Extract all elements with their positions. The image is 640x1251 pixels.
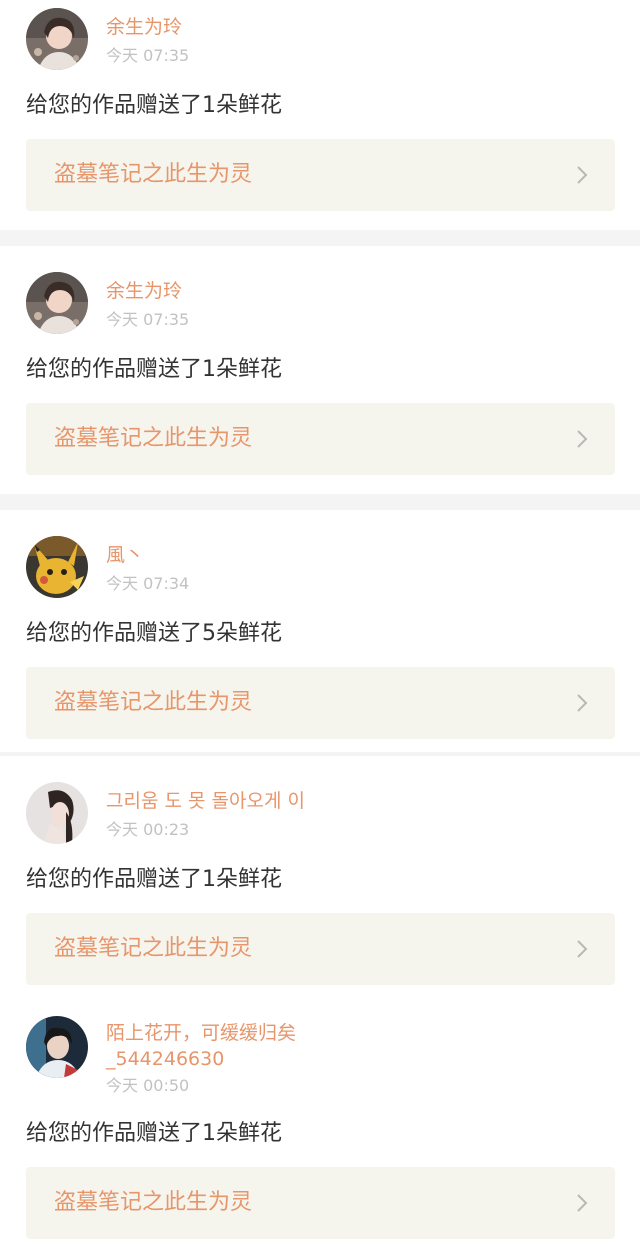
work-title: 盗墓笔记之此生为灵 — [54, 936, 253, 961]
notification-card: 余生为玲 今天 07:35 给您的作品赠送了1朵鲜花 盗墓笔记之此生为灵 — [0, 0, 640, 230]
avatar-girl-portrait-icon — [26, 272, 88, 334]
section-divider — [0, 494, 640, 510]
username[interactable]: 余生为玲 — [106, 14, 182, 40]
gift-message: 给您的作品赠送了1朵鲜花 — [26, 1121, 282, 1146]
user-avatar[interactable] — [26, 536, 88, 598]
username-line-1[interactable]: 陌上花开，可缓缓归矣 — [106, 1020, 296, 1046]
timestamp: 今天 07:35 — [106, 46, 190, 65]
gift-message: 给您的作品赠送了5朵鲜花 — [26, 621, 282, 646]
username[interactable]: 風丶 — [106, 542, 144, 568]
user-avatar[interactable] — [26, 782, 88, 844]
work-link[interactable]: 盗墓笔记之此生为灵 — [26, 403, 615, 475]
user-avatar[interactable] — [26, 8, 88, 70]
chevron-right-icon — [577, 1194, 588, 1212]
avatar-girl-profile-icon — [26, 782, 88, 844]
gift-message: 给您的作品赠送了1朵鲜花 — [26, 867, 282, 892]
chevron-right-icon — [577, 694, 588, 712]
avatar-boy-portrait-icon — [26, 1016, 88, 1078]
work-title: 盗墓笔记之此生为灵 — [54, 1190, 253, 1215]
user-avatar[interactable] — [26, 272, 88, 334]
notification-card: 陌上花开，可缓缓归矣 _544246630 今天 00:50 给您的作品赠送了1… — [0, 1000, 640, 1251]
section-divider — [0, 230, 640, 246]
user-avatar[interactable] — [26, 1016, 88, 1078]
work-link[interactable]: 盗墓笔记之此生为灵 — [26, 139, 615, 211]
chevron-right-icon — [577, 166, 588, 184]
notification-card: 余生为玲 今天 07:35 给您的作品赠送了1朵鲜花 盗墓笔记之此生为灵 — [0, 246, 640, 494]
username[interactable]: 그리움 도 못 돌아오게 이 — [106, 788, 305, 814]
work-title: 盗墓笔记之此生为灵 — [54, 426, 253, 451]
gift-message: 给您的作品赠送了1朵鲜花 — [26, 357, 282, 382]
work-title: 盗墓笔记之此生为灵 — [54, 162, 253, 187]
chevron-right-icon — [577, 430, 588, 448]
timestamp: 今天 07:34 — [106, 574, 190, 593]
work-link[interactable]: 盗墓笔记之此生为灵 — [26, 913, 615, 985]
username-line-2[interactable]: _544246630 — [106, 1046, 224, 1072]
timestamp: 今天 00:50 — [106, 1076, 190, 1095]
work-title: 盗墓笔记之此生为灵 — [54, 690, 253, 715]
notification-card: 風丶 今天 07:34 给您的作品赠送了5朵鲜花 盗墓笔记之此生为灵 — [0, 510, 640, 752]
chevron-right-icon — [577, 940, 588, 958]
avatar-yellow-creature-icon — [26, 536, 88, 598]
avatar-girl-portrait-icon — [26, 8, 88, 70]
username[interactable]: 余生为玲 — [106, 278, 182, 304]
timestamp: 今天 00:23 — [106, 820, 190, 839]
work-link[interactable]: 盗墓笔记之此生为灵 — [26, 1167, 615, 1239]
gift-message: 给您的作品赠送了1朵鲜花 — [26, 93, 282, 118]
timestamp: 今天 07:35 — [106, 310, 190, 329]
notification-card: 그리움 도 못 돌아오게 이 今天 00:23 给您的作品赠送了1朵鲜花 盗墓笔… — [0, 756, 640, 1000]
work-link[interactable]: 盗墓笔记之此生为灵 — [26, 667, 615, 739]
